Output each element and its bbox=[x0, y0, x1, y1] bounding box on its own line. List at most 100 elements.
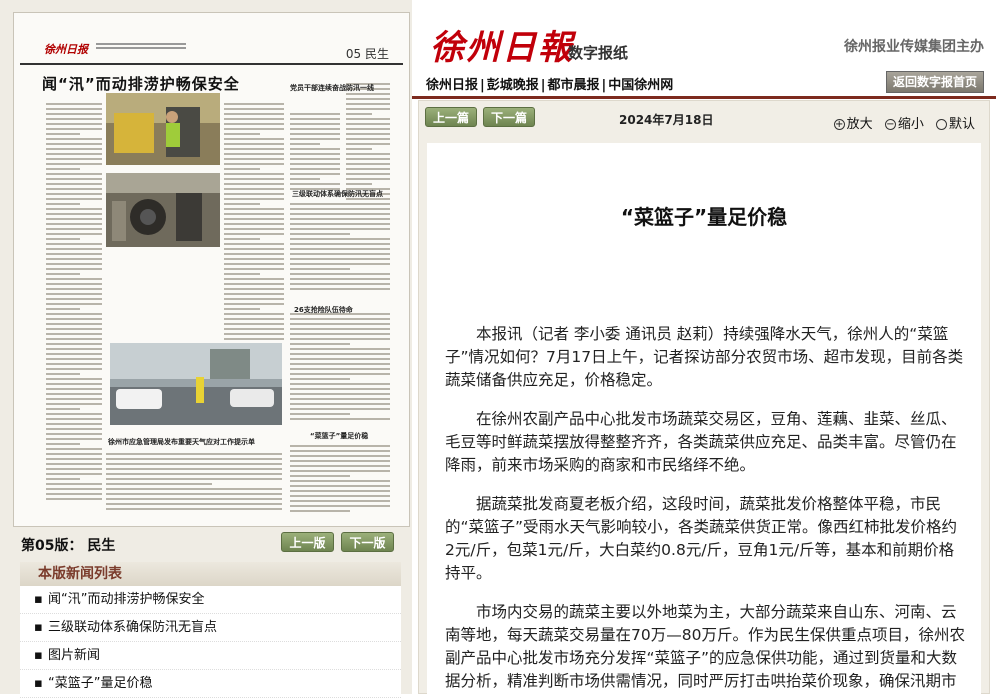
thumbnail-text-line bbox=[46, 118, 102, 120]
nav-link-pengcheng-evening[interactable]: 彭城晚报 bbox=[487, 78, 539, 93]
site-logo[interactable]: 徐州日報 bbox=[430, 20, 574, 69]
thumbnail-text-line bbox=[224, 223, 284, 225]
bullet-icon: ▪ bbox=[34, 592, 43, 607]
thumbnail-text-line bbox=[224, 278, 284, 280]
news-list-item-title[interactable]: 三级联动体系确保防汛无盲点 bbox=[48, 620, 217, 635]
thumbnail-text-line bbox=[46, 103, 102, 105]
thumbnail-text-line bbox=[346, 148, 373, 150]
thumbnail-subhead[interactable]: 26支抢险队伍待命 bbox=[294, 305, 353, 315]
thumbnail-text-line bbox=[224, 283, 284, 285]
left-column: 徐州日报 05 民生 闻“汛”而动排涝护畅保安全 党员干部连续奋战防汛一线 三级… bbox=[0, 0, 412, 698]
thumbnail-text-line bbox=[290, 318, 390, 320]
thumbnail-text-line bbox=[46, 423, 102, 425]
thumbnail-text-line bbox=[290, 338, 390, 340]
thumbnail-photo-workers[interactable] bbox=[106, 93, 220, 165]
thumbnail-text-line bbox=[290, 173, 340, 175]
news-list-item[interactable]: ▪ 三级联动体系确保防汛无盲点 bbox=[20, 614, 401, 642]
thumbnail-text-line bbox=[46, 473, 102, 475]
zoom-default-label[interactable]: 默认 bbox=[949, 117, 975, 132]
news-list-item-title[interactable]: “菜篮子”量足价稳 bbox=[48, 676, 152, 691]
thumbnail-text-line bbox=[46, 493, 102, 495]
thumbnail-text-line bbox=[46, 208, 102, 210]
thumbnail-text-line bbox=[290, 258, 390, 260]
thumbnail-text-line bbox=[46, 353, 102, 355]
thumbnail-text-line bbox=[224, 273, 260, 275]
zoom-in-control[interactable]: + 放大 bbox=[833, 117, 873, 132]
thumbnail-text-line bbox=[290, 178, 320, 180]
thumbnail-text-line bbox=[46, 438, 102, 440]
return-home-button[interactable]: 返回数字报首页 bbox=[885, 71, 984, 93]
news-list-item[interactable]: ▪ 图片新闻 bbox=[20, 642, 401, 670]
news-list-item-title[interactable]: 闻“汛”而动排涝护畅保安全 bbox=[48, 592, 204, 607]
thumbnail-subhead[interactable]: 徐州市应急管理局发布重要天气应对工作提示单 bbox=[108, 437, 255, 447]
thumbnail-text-line bbox=[346, 143, 390, 145]
thumbnail-text-line bbox=[46, 308, 80, 310]
thumbnail-text-line bbox=[46, 258, 102, 260]
thumbnail-text-line bbox=[106, 488, 282, 490]
bullet-icon: ▪ bbox=[34, 676, 43, 691]
thumbnail-text-line bbox=[224, 213, 284, 215]
thumbnail-text-line bbox=[46, 178, 102, 180]
thumbnail-text-column bbox=[290, 113, 340, 193]
nav-link-china-xuzhou-net[interactable]: 中国徐州网 bbox=[608, 78, 673, 93]
thumbnail-text-line bbox=[46, 338, 102, 340]
thumbnail-text-line bbox=[224, 333, 284, 335]
prev-edition-button[interactable]: 上一版 bbox=[281, 532, 334, 552]
thumbnail-text-line bbox=[290, 388, 390, 390]
thumbnail-subhead[interactable]: 三级联动体系确保防汛无盲点 bbox=[292, 189, 383, 199]
thumbnail-subhead[interactable]: 党员干部连续奋战防汛一线 bbox=[290, 83, 374, 93]
thumbnail-text-line bbox=[224, 258, 284, 260]
article-text: 本报讯（记者 李小委 通讯员 赵莉）持续强降水天气，徐州人的“菜篮子”情况如何？… bbox=[445, 323, 965, 695]
thumbnail-text-line bbox=[46, 478, 80, 480]
thumbnail-text-line bbox=[46, 313, 102, 315]
thumbnail-text-line bbox=[290, 490, 390, 492]
news-list-item-title[interactable]: 图片新闻 bbox=[48, 648, 100, 663]
thumbnail-headline[interactable]: 闻“汛”而动排涝护畅保安全 bbox=[42, 73, 240, 94]
thumbnail-text-line bbox=[224, 263, 284, 265]
nav-link-xuzhou-daily[interactable]: 徐州日报 bbox=[426, 78, 478, 93]
thumbnail-text-line bbox=[224, 318, 284, 320]
thumbnail-text-line bbox=[46, 278, 102, 280]
thumbnail-text-line bbox=[224, 198, 284, 200]
thumbnail-text-line bbox=[46, 133, 80, 135]
thumbnail-text-line bbox=[46, 143, 102, 145]
thumbnail-text-line bbox=[224, 103, 284, 105]
thumbnail-text-line bbox=[106, 453, 282, 455]
thumbnail-text-line bbox=[46, 458, 102, 460]
thumbnail-text-line bbox=[290, 383, 390, 385]
thumbnail-text-line bbox=[106, 468, 282, 470]
thumbnail-text-line bbox=[224, 218, 284, 220]
zoom-default-control[interactable]: 默认 bbox=[935, 117, 975, 132]
thumbnail-text-line bbox=[46, 128, 102, 130]
next-edition-button[interactable]: 下一版 bbox=[341, 532, 394, 552]
thumbnail-photo-street[interactable] bbox=[110, 343, 282, 425]
right-column: 徐州日報 数字报纸 徐州报业传媒集团主办 徐州日报 | 彭城晚报 | 都市晨报 | 中国徐州… bbox=[412, 0, 996, 695]
thumbnail-text-line bbox=[46, 183, 102, 185]
thumbnail-text-line bbox=[46, 238, 80, 240]
newspaper-page-thumbnail[interactable]: 徐州日报 05 民生 闻“汛”而动排涝护畅保安全 党员干部连续奋战防汛一线 三级… bbox=[13, 12, 410, 527]
zoom-out-label[interactable]: 缩小 bbox=[898, 117, 924, 132]
thumbnail-text-line bbox=[224, 158, 284, 160]
zoom-in-label[interactable]: 放大 bbox=[847, 117, 873, 132]
article-body: “菜篮子”量足价稳 本报讯（记者 李小委 通讯员 赵莉）持续强降水天气，徐州人的… bbox=[427, 143, 981, 695]
zoom-out-control[interactable]: − 缩小 bbox=[884, 117, 924, 132]
thumbnail-text-line bbox=[290, 133, 340, 135]
next-article-button[interactable]: 下一篇 bbox=[483, 107, 535, 127]
thumbnail-text-line bbox=[224, 238, 260, 240]
thumbnail-text-line bbox=[46, 398, 102, 400]
article-toolbar: 上一篇 下一篇 2024年7月18日 + 放大 − 缩小 默认 bbox=[419, 101, 989, 137]
thumbnail-text-line bbox=[46, 323, 102, 325]
thumbnail-text-line bbox=[290, 408, 390, 410]
thumbnail-text-column bbox=[224, 103, 284, 343]
thumbnail-text-line bbox=[224, 313, 284, 315]
nav-link-metro-morning[interactable]: 都市晨报 bbox=[548, 78, 600, 93]
thumbnail-subhead[interactable]: “菜篮子”量足价稳 bbox=[310, 431, 368, 441]
thumbnail-photo-pump[interactable] bbox=[106, 173, 220, 247]
thumbnail-text-line bbox=[290, 333, 390, 335]
thumbnail-masthead: 徐州日报 05 民生 bbox=[20, 19, 403, 65]
news-list-item[interactable]: ▪ 闻“汛”而动排涝护畅保安全 bbox=[20, 586, 401, 614]
plus-icon: + bbox=[833, 119, 845, 130]
prev-article-button[interactable]: 上一篇 bbox=[425, 107, 477, 127]
thumbnail-text-line bbox=[46, 428, 102, 430]
thumbnail-text-line bbox=[224, 118, 284, 120]
